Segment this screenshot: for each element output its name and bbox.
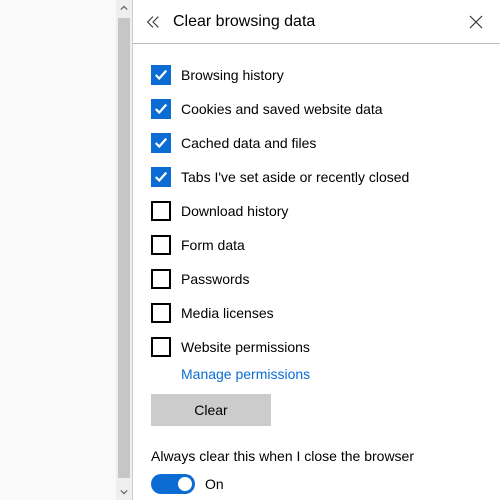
toggle-knob — [178, 477, 192, 491]
always-clear-section: Always clear this when I close the brows… — [151, 448, 482, 494]
checkbox-row[interactable]: Tabs I've set aside or recently closed — [151, 160, 482, 194]
checkbox-row[interactable]: Cached data and files — [151, 126, 482, 160]
checkmark-icon — [154, 136, 168, 150]
checkmark-icon — [154, 170, 168, 184]
panel-header: Clear browsing data — [133, 0, 500, 44]
checkbox-label: Cookies and saved website data — [181, 101, 383, 117]
always-clear-label: Always clear this when I close the brows… — [151, 448, 482, 464]
close-button[interactable] — [462, 8, 490, 36]
checkbox[interactable] — [151, 235, 171, 255]
checkbox[interactable] — [151, 337, 171, 357]
checkbox[interactable] — [151, 99, 171, 119]
always-clear-toggle-row: On — [151, 474, 482, 494]
checkbox-row[interactable]: Passwords — [151, 262, 482, 296]
checkbox-label: Media licenses — [181, 305, 274, 321]
checkbox-label: Download history — [181, 203, 288, 219]
content-gutter — [0, 0, 116, 500]
chevron-double-left-icon — [144, 13, 162, 31]
checkmark-icon — [154, 102, 168, 116]
checkmark-icon — [154, 68, 168, 82]
checkbox-row[interactable]: Download history — [151, 194, 482, 228]
checkbox[interactable] — [151, 303, 171, 323]
clear-browsing-data-panel: Clear browsing data Browsing history Cook… — [132, 0, 500, 500]
back-button[interactable] — [139, 8, 167, 36]
checkbox-row[interactable]: Website permissions — [151, 330, 482, 364]
checkbox[interactable] — [151, 65, 171, 85]
checkbox-row[interactable]: Media licenses — [151, 296, 482, 330]
checkbox-label: Cached data and files — [181, 135, 316, 151]
panel-body: Browsing history Cookies and saved websit… — [133, 44, 500, 494]
checkbox[interactable] — [151, 167, 171, 187]
checkbox-label: Tabs I've set aside or recently closed — [181, 169, 409, 185]
scrollbar-down-button[interactable] — [116, 484, 132, 500]
checkbox-label: Browsing history — [181, 67, 284, 83]
checkbox[interactable] — [151, 201, 171, 221]
close-icon — [469, 15, 483, 29]
clear-button[interactable]: Clear — [151, 394, 271, 426]
checkbox-row[interactable]: Browsing history — [151, 58, 482, 92]
checkbox[interactable] — [151, 133, 171, 153]
vertical-scrollbar[interactable] — [116, 0, 132, 500]
checkbox-row[interactable]: Cookies and saved website data — [151, 92, 482, 126]
clear-button-label: Clear — [194, 402, 227, 418]
checkbox-row[interactable]: Form data — [151, 228, 482, 262]
panel-title: Clear browsing data — [173, 13, 462, 31]
scrollbar-up-button[interactable] — [116, 0, 132, 16]
scrollbar-thumb[interactable] — [118, 18, 130, 478]
manage-permissions-link[interactable]: Manage permissions — [181, 366, 310, 382]
checkbox-label: Passwords — [181, 271, 249, 287]
always-clear-state-label: On — [205, 476, 224, 492]
checkbox-label: Form data — [181, 237, 245, 253]
always-clear-toggle[interactable] — [151, 474, 195, 494]
checkbox[interactable] — [151, 269, 171, 289]
checkbox-label: Website permissions — [181, 339, 310, 355]
